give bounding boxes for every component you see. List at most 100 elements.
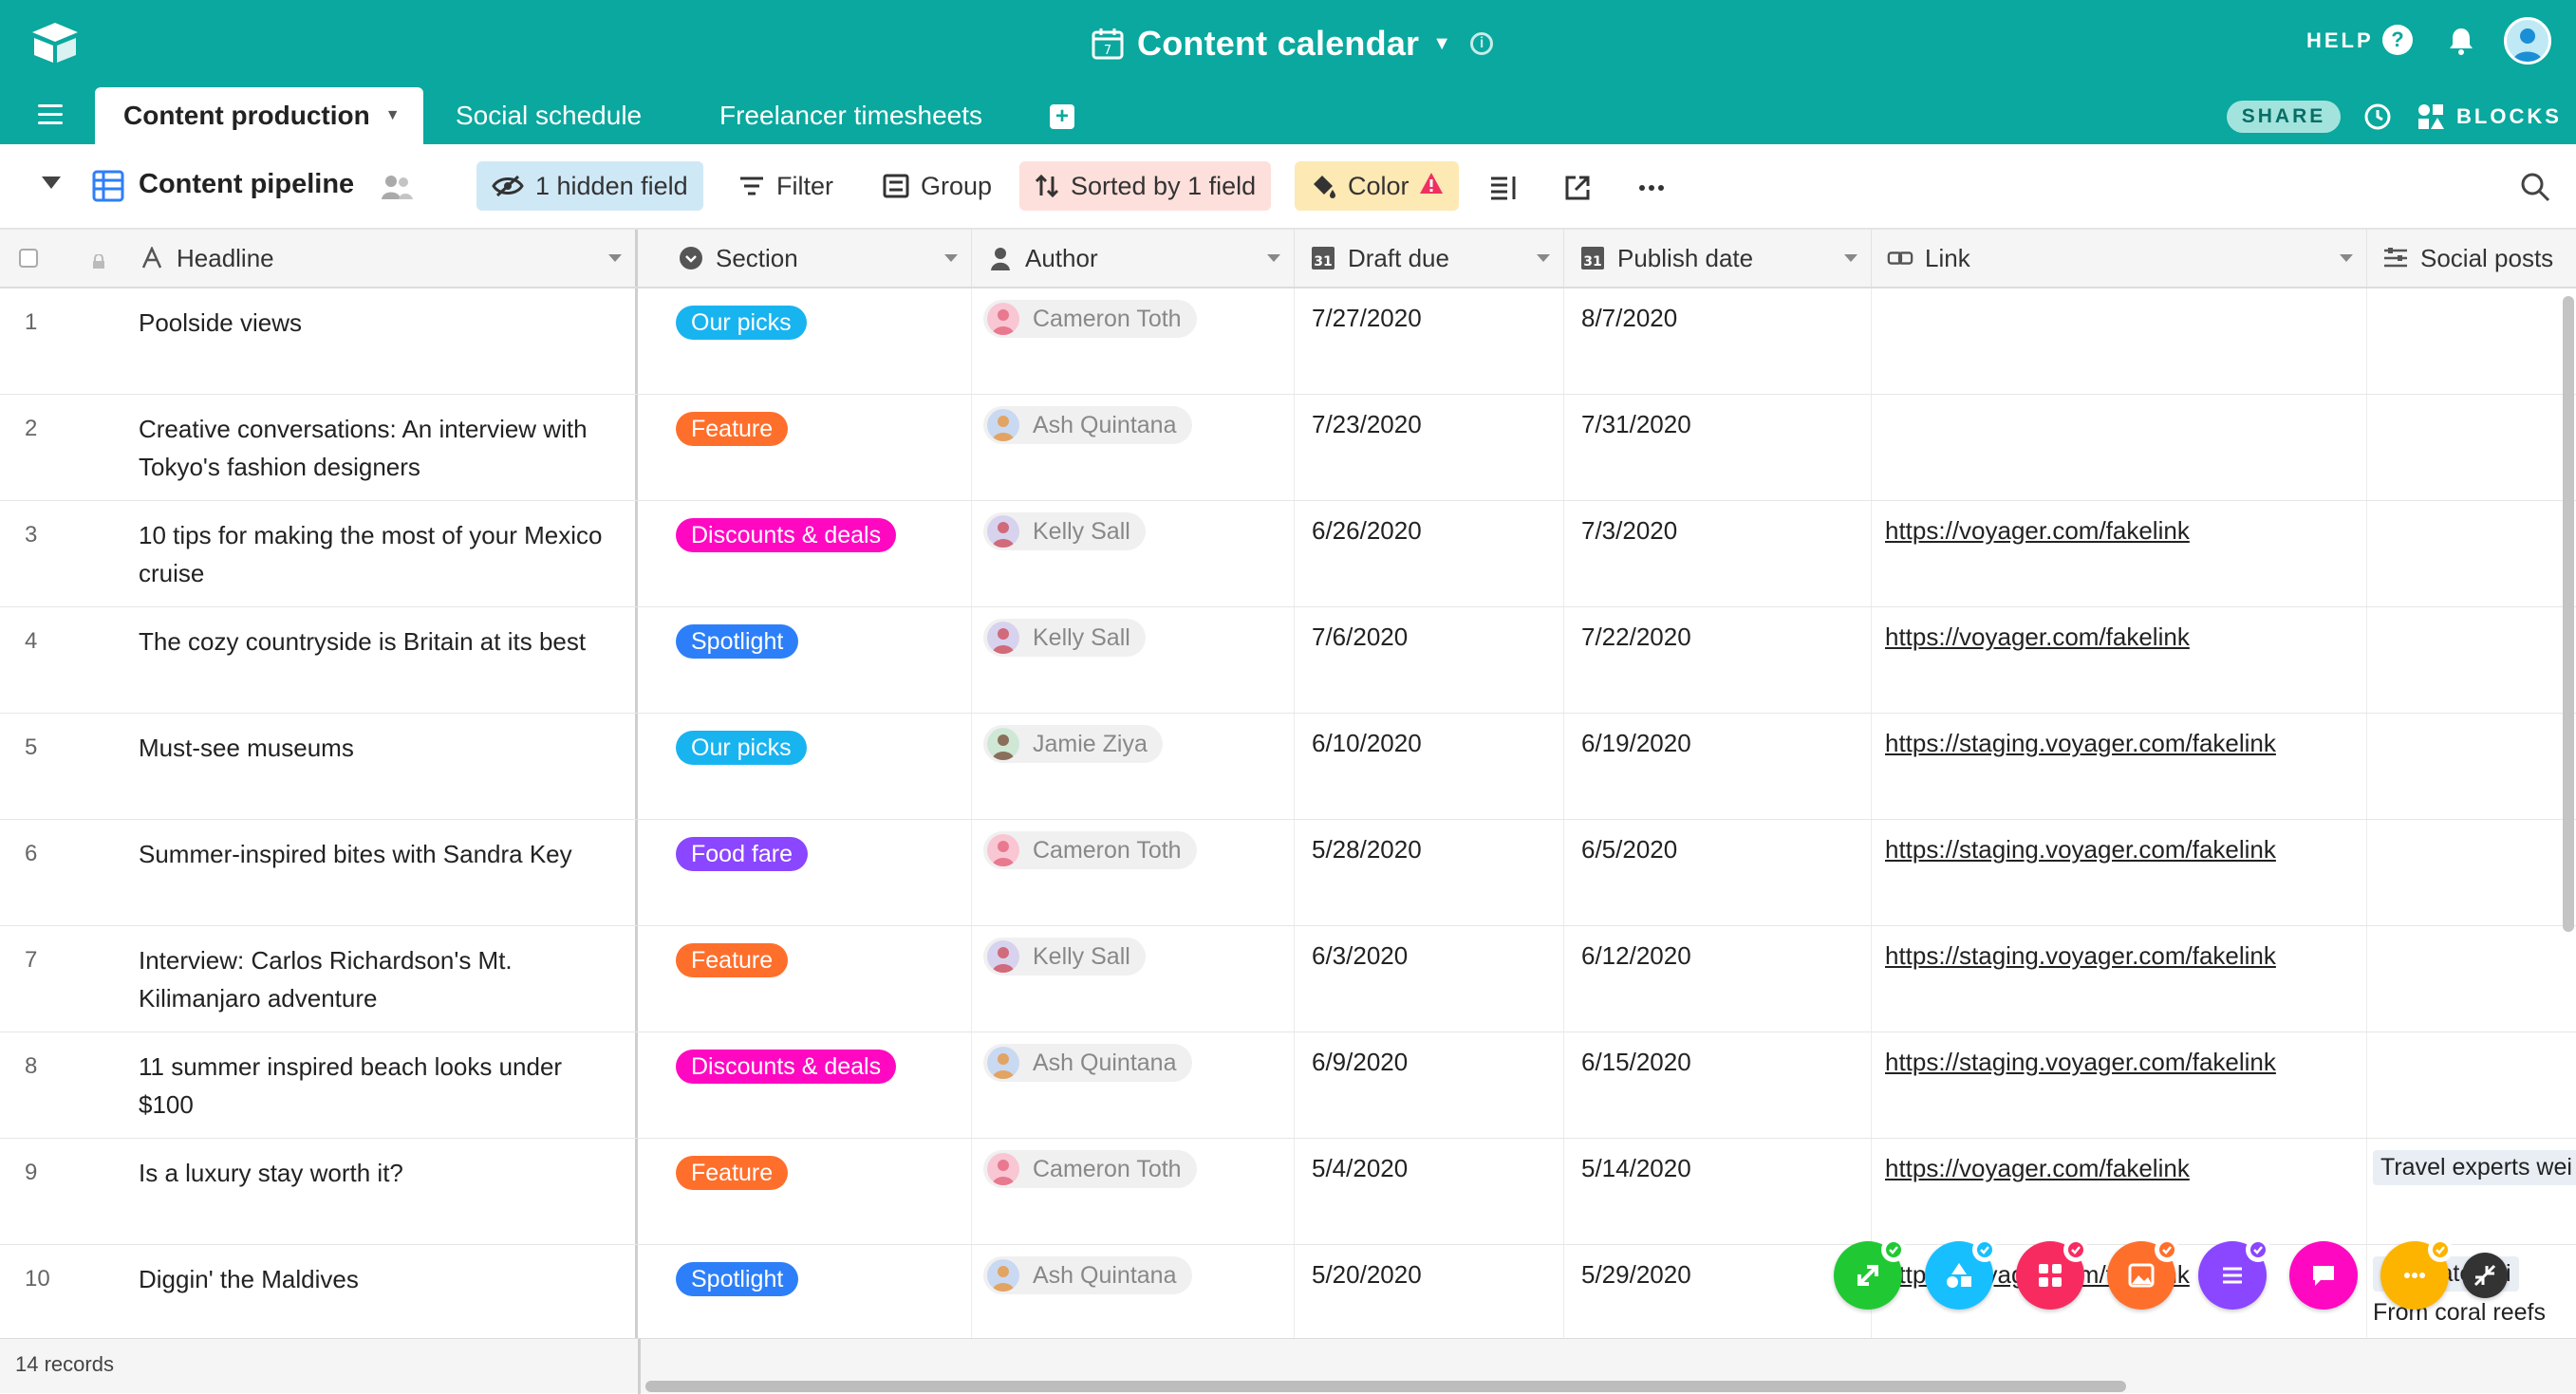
view-name[interactable]: Content pipeline	[139, 169, 354, 200]
airtable-logo-icon[interactable]	[28, 21, 82, 65]
draft-due-cell[interactable]: 5/28/2020	[1295, 820, 1564, 925]
publish-date-cell[interactable]: 8/7/2020	[1564, 288, 1872, 394]
collapse-block-button[interactable]	[2462, 1253, 2508, 1298]
chat-block-button[interactable]	[2289, 1241, 2358, 1310]
publish-date-cell[interactable]: 6/15/2020	[1564, 1032, 1872, 1138]
link-cell[interactable]	[1872, 395, 2367, 500]
author-cell[interactable]: Cameron Toth	[972, 288, 1295, 394]
row-height-icon[interactable]	[1488, 173, 1519, 203]
author-cell[interactable]: Cameron Toth	[972, 820, 1295, 925]
link-text[interactable]: https://voyager.com/fakelink	[1885, 623, 2190, 651]
social-posts-cell[interactable]	[2367, 926, 2576, 1032]
base-title[interactable]: 7 Content calendar ▼ i	[1092, 19, 1494, 68]
shapes-block-button[interactable]	[1925, 1237, 1997, 1310]
headline-cell[interactable]: Interview: Carlos Richardson's Mt. Kilim…	[95, 926, 638, 1032]
social-posts-cell[interactable]	[2367, 501, 2576, 606]
table-row[interactable]: 10 Diggin' the Maldives Spotlight Ash Quint…	[0, 1245, 2576, 1338]
draft-due-cell[interactable]: 7/27/2020	[1295, 288, 1564, 394]
author-cell[interactable]: Kelly Sall	[972, 607, 1295, 713]
share-view-icon[interactable]	[1562, 173, 1593, 203]
more-options-icon[interactable]	[1636, 173, 1667, 203]
collapse-sidebar-icon[interactable]	[42, 177, 61, 189]
link-text[interactable]: https://staging.voyager.com/fakelink	[1885, 941, 2276, 970]
bell-icon[interactable]	[2445, 25, 2477, 57]
link-cell[interactable]: https://staging.voyager.com/fakelink	[1872, 926, 2367, 1032]
headline-cell[interactable]: 10 tips for making the most of your Mexi…	[95, 501, 638, 606]
more-block-button[interactable]	[2380, 1237, 2453, 1310]
group-button[interactable]: Group	[868, 161, 1007, 211]
headline-cell[interactable]: Must-see museums	[95, 714, 638, 819]
column-author[interactable]: Author	[972, 230, 1295, 287]
social-posts-cell[interactable]	[2367, 288, 2576, 394]
section-cell[interactable]: Feature	[638, 1139, 972, 1244]
link-text[interactable]: https://staging.voyager.com/fakelink	[1885, 835, 2276, 864]
collaborators-icon[interactable]	[380, 173, 414, 201]
author-cell[interactable]: Kelly Sall	[972, 926, 1295, 1032]
draft-due-cell[interactable]: 7/6/2020	[1295, 607, 1564, 713]
user-avatar[interactable]	[2504, 17, 2551, 65]
chevron-down-icon[interactable]	[608, 254, 622, 262]
author-cell[interactable]: Ash Quintana	[972, 1032, 1295, 1138]
author-cell[interactable]: Ash Quintana	[972, 1245, 1295, 1338]
social-posts-cell[interactable]	[2367, 395, 2576, 500]
share-button[interactable]: SHARE	[2227, 101, 2341, 133]
link-cell[interactable]: https://staging.voyager.com/fakelink	[1872, 714, 2367, 819]
table-row[interactable]: 5 Must-see museums Our picks Jamie Ziya 6/10…	[0, 714, 2576, 820]
horizontal-scrollbar[interactable]	[645, 1381, 2126, 1392]
draft-due-cell[interactable]: 6/3/2020	[1295, 926, 1564, 1032]
table-row[interactable]: 6 Summer-inspired bites with Sandra Key Fo…	[0, 820, 2576, 926]
section-cell[interactable]: Spotlight	[638, 1245, 972, 1338]
publish-date-cell[interactable]: 7/22/2020	[1564, 607, 1872, 713]
social-posts-cell[interactable]	[2367, 820, 2576, 925]
apps-block-button[interactable]	[2016, 1237, 2088, 1310]
column-link[interactable]: Link	[1872, 230, 2367, 287]
social-posts-cell[interactable]	[2367, 607, 2576, 713]
table-row[interactable]: 8 11 summer inspired beach looks under $1…	[0, 1032, 2576, 1139]
section-cell[interactable]: Discounts & deals	[638, 501, 972, 606]
column-social-posts[interactable]: Social posts	[2367, 230, 2576, 287]
hidden-fields-button[interactable]: 1 hidden field	[476, 161, 703, 211]
social-posts-cell[interactable]: Travel experts wei	[2367, 1139, 2576, 1244]
vertical-scrollbar[interactable]	[2563, 296, 2574, 932]
draft-due-cell[interactable]: 6/9/2020	[1295, 1032, 1564, 1138]
chevron-down-icon[interactable]	[1844, 254, 1857, 262]
headline-cell[interactable]: Diggin' the Maldives	[95, 1245, 638, 1338]
link-cell[interactable]: https://staging.voyager.com/fakelink	[1872, 1032, 2367, 1138]
table-row[interactable]: 7 Interview: Carlos Richardson's Mt. Kili…	[0, 926, 2576, 1032]
tab-social-schedule[interactable]: Social schedule	[456, 87, 642, 144]
section-cell[interactable]: Our picks	[638, 714, 972, 819]
publish-date-cell[interactable]: 5/29/2020	[1564, 1245, 1872, 1338]
headline-cell[interactable]: Is a luxury stay worth it?	[95, 1139, 638, 1244]
expand-block-button[interactable]	[1834, 1237, 1906, 1310]
draft-due-cell[interactable]: 6/10/2020	[1295, 714, 1564, 819]
help-icon[interactable]: ?	[2382, 25, 2413, 55]
draft-due-cell[interactable]: 5/4/2020	[1295, 1139, 1564, 1244]
headline-cell[interactable]: The cozy countryside is Britain at its b…	[95, 607, 638, 713]
link-text[interactable]: https://voyager.com/fakelink	[1885, 516, 2190, 545]
section-cell[interactable]: Feature	[638, 926, 972, 1032]
add-table-icon[interactable]: +	[1050, 103, 1074, 129]
table-row[interactable]: 3 10 tips for making the most of your Mex…	[0, 501, 2576, 607]
menu-icon[interactable]	[38, 104, 63, 130]
social-posts-cell[interactable]	[2367, 714, 2576, 819]
publish-date-cell[interactable]: 7/31/2020	[1564, 395, 1872, 500]
link-cell[interactable]: https://staging.voyager.com/fakelink	[1872, 820, 2367, 925]
table-row[interactable]: 9 Is a luxury stay worth it? Feature Camero…	[0, 1139, 2576, 1245]
table-row[interactable]: 1 Poolside views Our picks Cameron Toth 7/27…	[0, 288, 2576, 395]
social-posts-cell[interactable]	[2367, 1032, 2576, 1138]
link-cell[interactable]	[1872, 288, 2367, 394]
author-cell[interactable]: Cameron Toth	[972, 1139, 1295, 1244]
column-draft-due[interactable]: 31 Draft due	[1295, 230, 1564, 287]
headline-cell[interactable]: 11 summer inspired beach looks under $10…	[95, 1032, 638, 1138]
author-cell[interactable]: Ash Quintana	[972, 395, 1295, 500]
draft-due-cell[interactable]: 6/26/2020	[1295, 501, 1564, 606]
draft-due-cell[interactable]: 5/20/2020	[1295, 1245, 1564, 1338]
link-cell[interactable]: https://voyager.com/fakelink	[1872, 1139, 2367, 1244]
help-link[interactable]: HELP	[2306, 28, 2374, 53]
chevron-down-icon[interactable]	[1267, 254, 1280, 262]
publish-date-cell[interactable]: 6/12/2020	[1564, 926, 1872, 1032]
publish-date-cell[interactable]: 6/5/2020	[1564, 820, 1872, 925]
headline-cell[interactable]: Poolside views	[95, 288, 638, 394]
sort-button[interactable]: Sorted by 1 field	[1019, 161, 1272, 211]
column-section[interactable]: Section	[663, 230, 972, 287]
